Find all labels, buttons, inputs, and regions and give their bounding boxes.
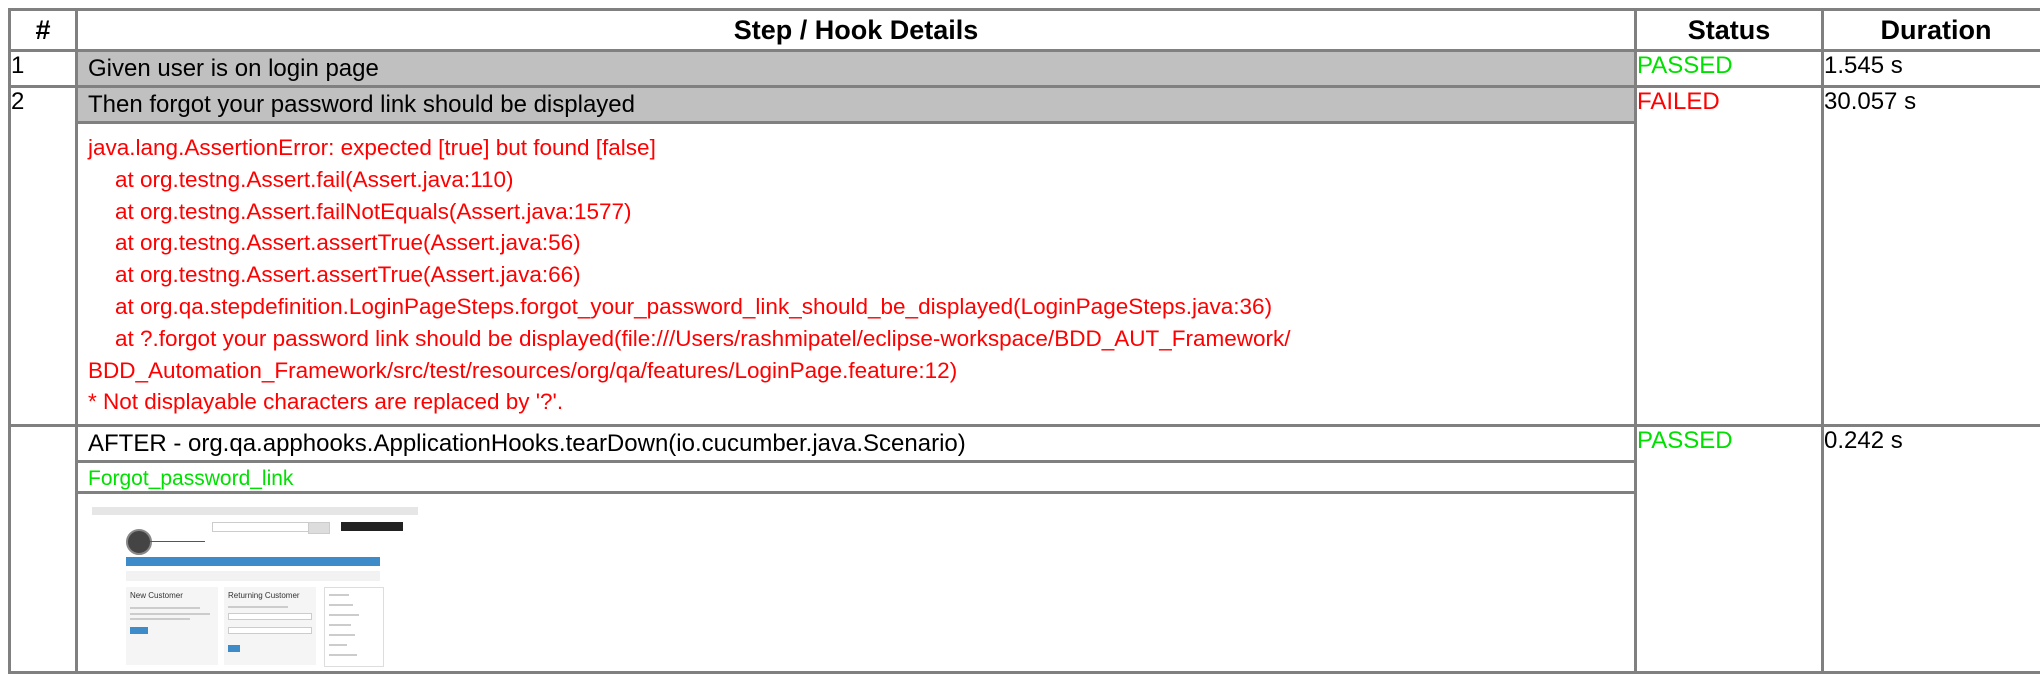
step-number [8, 424, 78, 675]
stack-frame: at ?.forgot your password link should be… [115, 325, 1291, 351]
email-field [228, 613, 312, 621]
new-customer-title: New Customer [130, 591, 183, 601]
hook-duration: 0.242 s [1821, 424, 2040, 675]
text-line [329, 604, 353, 607]
returning-customer-panel: Returning Customer [224, 587, 316, 666]
header-duration: Duration [1821, 8, 2040, 52]
screenshot-thumbnail[interactable]: New Customer Returning Customer [92, 507, 418, 668]
hook-status: PASSED [1634, 424, 1824, 675]
text-line [329, 644, 347, 647]
text-line [130, 613, 210, 616]
text-line [329, 594, 349, 597]
step-cell: Given user is on login page [75, 49, 1637, 88]
hook-row: AFTER - org.qa.apphooks.ApplicationHooks… [8, 424, 2040, 675]
stack-frame-wrap: BDD_Automation_Framework/src/test/resour… [88, 357, 958, 383]
text-line [329, 624, 351, 627]
login-button [228, 645, 240, 653]
breadcrumb [126, 571, 380, 582]
stack-frame: at org.qa.stepdefinition.LoginPageSteps.… [115, 293, 1273, 319]
error-stacktrace[interactable]: java.lang.AssertionError: expected [true… [78, 121, 1634, 424]
step-cell: Then forgot your password link should be… [75, 84, 1637, 428]
search-box [212, 522, 309, 533]
report-table: # Step / Hook Details Status Duration 1 … [8, 8, 2040, 675]
step-duration: 1.545 s [1821, 49, 2040, 88]
header-row: # Step / Hook Details Status Duration [8, 8, 2040, 52]
step-status: PASSED [1634, 49, 1824, 88]
sidebar-list [324, 587, 384, 668]
text-line [329, 634, 355, 637]
text-line [329, 654, 357, 657]
continue-button [130, 627, 148, 635]
step-text: Given user is on login page [78, 52, 1634, 85]
header-status: Status [1634, 8, 1824, 52]
text-line [228, 606, 288, 609]
password-field [228, 627, 312, 635]
logo-script [150, 535, 205, 543]
search-button [308, 522, 330, 535]
error-note: * Not displayable characters are replace… [88, 389, 564, 415]
screenshot-container: New Customer Returning Customer [78, 491, 1634, 671]
stack-frame: at org.testng.Assert.failNotEquals(Asser… [115, 198, 632, 224]
text-line [130, 607, 200, 610]
error-message: java.lang.AssertionError: expected [true… [88, 135, 656, 160]
new-customer-panel: New Customer [126, 587, 218, 666]
hook-cell: AFTER - org.qa.apphooks.ApplicationHooks… [75, 424, 1637, 675]
header-number: # [8, 8, 78, 52]
stack-frame: at org.testng.Assert.fail(Assert.java:11… [115, 166, 514, 192]
header-step-details: Step / Hook Details [75, 8, 1637, 52]
step-row: 1 Given user is on login page PASSED 1.5… [8, 49, 2040, 88]
stack-frame: at org.testng.Assert.assertTrue(Assert.j… [115, 262, 581, 288]
stack-frame: at org.testng.Assert.assertTrue(Assert.j… [115, 230, 581, 256]
step-duration: 30.057 s [1821, 84, 2040, 428]
step-number: 1 [8, 49, 78, 88]
screenshot-topbar [92, 507, 418, 516]
step-status: FAILED [1634, 84, 1824, 428]
step-text: Then forgot your password link should be… [78, 88, 1634, 121]
step-row: 2 Then forgot your password link should … [8, 84, 2040, 428]
logo-icon [126, 529, 152, 556]
cart-button [341, 522, 403, 532]
nav-bar [126, 557, 380, 567]
returning-customer-title: Returning Customer [228, 591, 300, 601]
hook-text: AFTER - org.qa.apphooks.ApplicationHooks… [88, 430, 966, 458]
text-line [329, 614, 359, 617]
text-line [130, 618, 190, 621]
embedding-name[interactable]: Forgot_password_link [78, 460, 1634, 491]
step-number: 2 [8, 84, 78, 428]
